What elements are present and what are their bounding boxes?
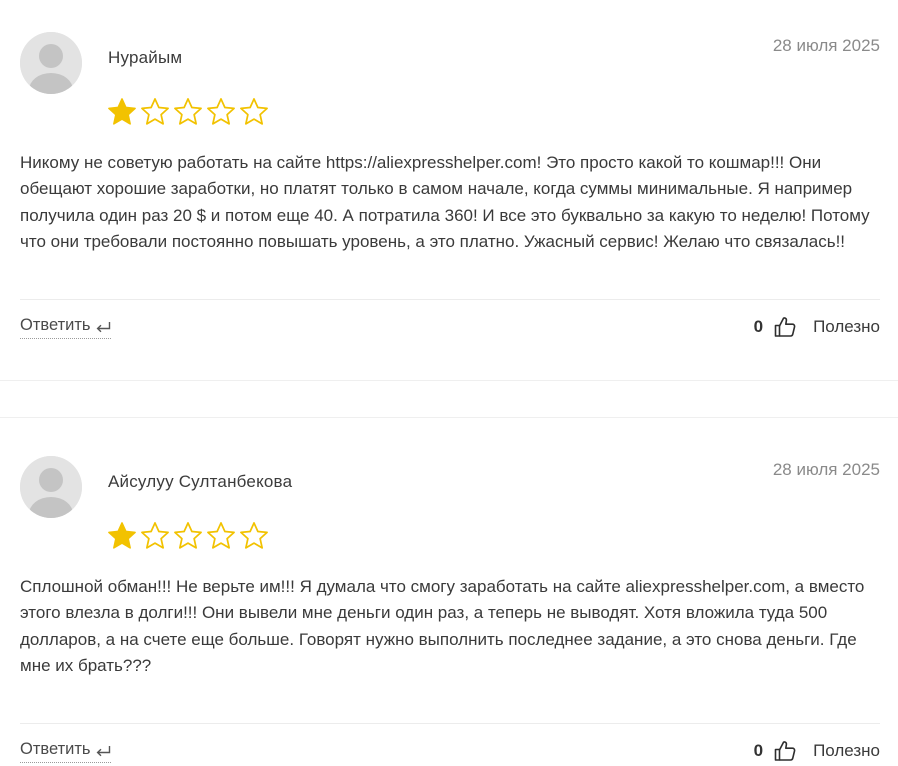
reply-label: Ответить bbox=[20, 740, 91, 758]
star-empty-icon bbox=[207, 522, 235, 549]
helpful-section: 0 Полезно bbox=[754, 736, 880, 766]
helpful-section: 0 Полезно bbox=[754, 312, 880, 342]
review-date: 28 июля 2025 bbox=[772, 36, 880, 55]
star-empty-icon bbox=[141, 98, 169, 125]
helpful-count: 0 bbox=[753, 741, 764, 760]
reply-button[interactable]: Ответить bbox=[20, 740, 111, 763]
helpful-count: 0 bbox=[753, 317, 764, 336]
avatar bbox=[20, 32, 82, 94]
star-filled-icon bbox=[108, 98, 136, 125]
review-date: 28 июля 2025 bbox=[772, 460, 880, 479]
review-author: Айсулуу Султанбекова bbox=[108, 472, 293, 491]
helpful-button[interactable]: Полезно bbox=[813, 741, 880, 761]
section-divider bbox=[0, 380, 898, 381]
star-filled-icon bbox=[108, 522, 136, 549]
reply-button[interactable]: Ответить bbox=[20, 316, 111, 339]
star-rating bbox=[106, 96, 270, 128]
thumbs-up-icon[interactable] bbox=[773, 739, 797, 763]
star-rating bbox=[106, 520, 270, 552]
section-divider bbox=[0, 417, 898, 418]
review-author: Нурайым bbox=[108, 48, 183, 67]
avatar bbox=[20, 456, 82, 518]
review-text: Сплошной обман!!! Не верьте им!!! Я дума… bbox=[20, 577, 865, 675]
reply-label: Ответить bbox=[20, 316, 91, 334]
star-empty-icon bbox=[174, 522, 202, 549]
helpful-button[interactable]: Полезно bbox=[813, 317, 880, 337]
star-empty-icon bbox=[174, 98, 202, 125]
star-empty-icon bbox=[141, 522, 169, 549]
star-empty-icon bbox=[240, 522, 268, 549]
review-text: Никому не советую работать на сайте http… bbox=[20, 153, 870, 251]
divider bbox=[20, 723, 880, 724]
reply-arrow-icon bbox=[96, 321, 110, 332]
default-user-avatar-icon bbox=[20, 32, 82, 94]
divider bbox=[20, 299, 880, 300]
star-empty-icon bbox=[240, 98, 268, 125]
default-user-avatar-icon bbox=[20, 456, 82, 518]
star-empty-icon bbox=[207, 98, 235, 125]
thumbs-up-icon[interactable] bbox=[773, 315, 797, 339]
